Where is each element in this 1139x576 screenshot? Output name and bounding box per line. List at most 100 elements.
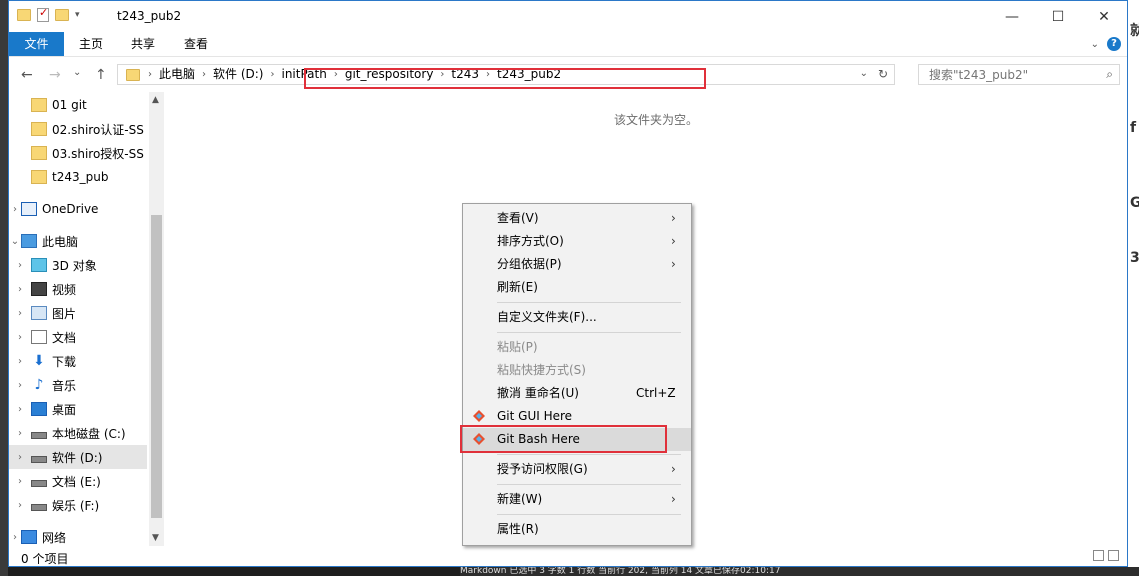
chevron-down-icon[interactable]: ⌄ <box>1091 39 1099 50</box>
nav-item-01-git[interactable]: 01 git <box>9 93 147 117</box>
chevron-right-icon[interactable]: › <box>9 452 31 463</box>
chevron-right-icon[interactable]: › <box>9 308 31 319</box>
git-bash-highlight-box <box>460 425 667 453</box>
nav-item-02-shiro[interactable]: 02.shiro认证-SS <box>9 117 147 141</box>
nav-item-drive-d[interactable]: › 软件 (D:) <box>9 445 147 469</box>
menu-item-new[interactable]: 新建(W) › <box>463 488 691 511</box>
nav-item-videos[interactable]: › 视频 <box>9 277 147 301</box>
nav-item-network[interactable]: › 网络 <box>9 525 147 549</box>
nav-item-03-shiro[interactable]: 03.shiro授权-SS <box>9 141 147 165</box>
documents-icon <box>31 330 47 344</box>
status-item-count: 0 个项目 <box>21 552 69 566</box>
menu-label: 查看(V) <box>497 211 539 225</box>
chevron-right-icon[interactable]: › <box>9 356 31 367</box>
menu-item-view[interactable]: 查看(V) › <box>463 207 691 230</box>
nav-item-label: 视频 <box>52 282 77 297</box>
chevron-right-icon[interactable]: › <box>9 204 21 215</box>
chevron-right-icon[interactable]: › <box>9 476 31 487</box>
nav-item-documents[interactable]: › 文档 <box>9 325 147 349</box>
scroll-down-icon[interactable]: ▼ <box>152 533 159 543</box>
up-icon[interactable]: ↑ <box>95 67 107 83</box>
search-input[interactable] <box>927 67 1101 83</box>
title-bar: ▾ t243_pub2 — ☐ ✕ <box>9 1 1127 32</box>
navigation-pane: 01 git 02.shiro认证-SS 03.shiro授权-SS t243_… <box>9 92 164 546</box>
address-bar[interactable]: › 此电脑 › 软件 (D:) › initPath › git_resposi… <box>117 64 895 89</box>
close-button[interactable]: ✕ <box>1081 1 1127 32</box>
crumb-this-pc[interactable]: 此电脑 <box>152 67 202 82</box>
properties-icon[interactable] <box>37 6 49 22</box>
nav-item-label: t243_pub <box>52 170 109 184</box>
chevron-right-icon: › <box>671 257 676 271</box>
nav-scrollbar[interactable]: ▲ ▼ <box>149 92 164 546</box>
git-gui-icon <box>473 410 485 422</box>
tab-view[interactable]: 查看 <box>176 32 216 56</box>
details-view-icon[interactable] <box>1093 550 1104 561</box>
minimize-button[interactable]: — <box>989 1 1035 32</box>
nav-item-music[interactable]: › ♪ 音乐 <box>9 373 147 397</box>
window-controls: — ☐ ✕ <box>989 1 1127 32</box>
nav-item-drive-f[interactable]: › 娱乐 (F:) <box>9 493 147 517</box>
nav-item-this-pc[interactable]: ⌄ 此电脑 <box>9 229 147 253</box>
nav-item-label: 本地磁盘 (C:) <box>52 426 126 441</box>
nav-item-drive-c[interactable]: › 本地磁盘 (C:) <box>9 421 147 445</box>
chevron-right-icon[interactable]: › <box>9 380 31 391</box>
large-icons-view-icon[interactable] <box>1108 550 1119 561</box>
search-icon[interactable]: ⌕ <box>1106 67 1113 82</box>
scroll-up-icon[interactable]: ▲ <box>152 95 159 105</box>
back-icon[interactable]: ← <box>21 67 33 83</box>
maximize-button[interactable]: ☐ <box>1035 1 1081 32</box>
nav-item-t243-pub[interactable]: t243_pub <box>9 165 147 189</box>
scrollbar-thumb[interactable] <box>151 215 162 518</box>
address-dropdown-icon[interactable]: ⌄ <box>860 68 868 79</box>
nav-item-drive-e[interactable]: › 文档 (E:) <box>9 469 147 493</box>
menu-item-customize[interactable]: 自定义文件夹(F)... <box>463 306 691 329</box>
refresh-icon[interactable]: ↻ <box>878 67 888 81</box>
tab-file[interactable]: 文件 <box>9 32 64 56</box>
menu-item-sort[interactable]: 排序方式(O) › <box>463 230 691 253</box>
folder-icon <box>126 68 140 81</box>
chevron-right-icon[interactable]: › <box>9 404 31 415</box>
chevron-right-icon[interactable]: › <box>9 532 21 543</box>
nav-item-label: 音乐 <box>52 378 77 393</box>
tab-share[interactable]: 共享 <box>123 32 163 56</box>
forward-icon[interactable]: → <box>49 67 61 83</box>
menu-item-group[interactable]: 分组依据(P) › <box>463 253 691 276</box>
recent-locations-icon[interactable]: ⌄ <box>73 67 81 78</box>
crumb-drive-d[interactable]: 软件 (D:) <box>206 67 270 82</box>
chevron-down-icon[interactable]: ⌄ <box>9 236 21 247</box>
customize-toolbar-icon[interactable]: ▾ <box>75 10 80 20</box>
window-title: t243_pub2 <box>117 9 182 23</box>
new-folder-icon[interactable] <box>55 9 69 21</box>
menu-label: 撤消 重命名(U) <box>497 386 579 400</box>
menu-item-paste-shortcut: 粘贴快捷方式(S) <box>463 359 691 382</box>
tab-home[interactable]: 主页 <box>71 32 111 56</box>
nav-item-label: 3D 对象 <box>52 258 97 273</box>
help-icon[interactable]: ? <box>1107 37 1121 51</box>
nav-item-desktop[interactable]: › 桌面 <box>9 397 147 421</box>
nav-item-downloads[interactable]: › ⬇ 下载 <box>9 349 147 373</box>
menu-item-paste: 粘贴(P) <box>463 336 691 359</box>
nav-item-label: 此电脑 <box>42 234 79 249</box>
computer-icon <box>21 234 37 248</box>
chevron-right-icon: › <box>148 69 152 80</box>
chevron-right-icon[interactable]: › <box>9 500 31 511</box>
search-box[interactable]: ⌕ <box>918 64 1120 85</box>
menu-item-give-access[interactable]: 授予访问权限(G) › <box>463 458 691 481</box>
menu-item-refresh[interactable]: 刷新(E) <box>463 276 691 299</box>
background-strip-left <box>0 0 8 576</box>
nav-item-onedrive[interactable]: › OneDrive <box>9 197 147 221</box>
folder-icon[interactable] <box>17 9 31 21</box>
nav-item-3d-objects[interactable]: › 3D 对象 <box>9 253 147 277</box>
chevron-right-icon[interactable]: › <box>9 284 31 295</box>
chevron-right-icon[interactable]: › <box>9 260 31 271</box>
drive-icon <box>31 503 47 511</box>
folder-icon <box>31 146 47 160</box>
nav-item-label: 01 git <box>52 98 87 112</box>
nav-item-label: 03.shiro授权-SS <box>52 146 144 161</box>
chevron-right-icon[interactable]: › <box>9 332 31 343</box>
chevron-right-icon[interactable]: › <box>9 428 31 439</box>
menu-shortcut: Ctrl+Z <box>636 386 676 400</box>
nav-item-pictures[interactable]: › 图片 <box>9 301 147 325</box>
menu-item-undo-rename[interactable]: 撤消 重命名(U) Ctrl+Z <box>463 382 691 405</box>
menu-item-properties[interactable]: 属性(R) <box>463 518 691 541</box>
